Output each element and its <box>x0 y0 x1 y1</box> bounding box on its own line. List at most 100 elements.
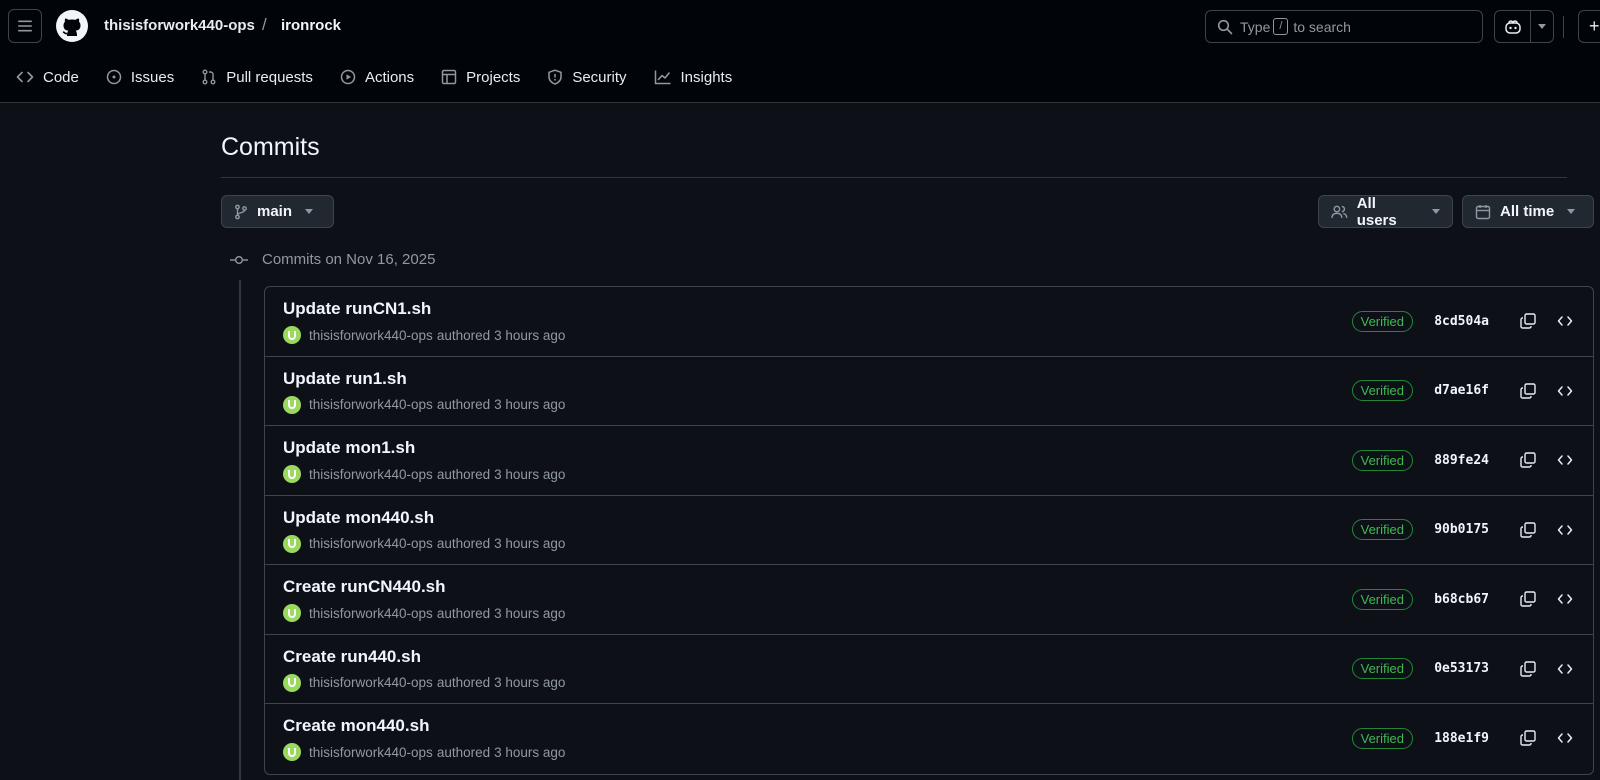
commit-sha-link[interactable]: d7ae16f <box>1429 383 1489 398</box>
browse-files-button[interactable] <box>1551 585 1579 613</box>
tab-actions-label: Actions <box>364 68 415 86</box>
commit-time-text: 3 hours ago <box>494 605 566 621</box>
tab-code[interactable]: Code <box>16 69 79 86</box>
browse-files-button[interactable] <box>1551 307 1579 335</box>
commit-message-link[interactable]: Create runCN440.sh <box>283 577 446 597</box>
browse-files-button[interactable] <box>1551 446 1579 474</box>
repo-owner-link[interactable]: thisisforwork440-ops <box>104 17 255 34</box>
tab-pull-requests[interactable]: Pull requests <box>201 69 313 86</box>
commit-actions: Verified 8cd504a <box>1351 307 1579 335</box>
verified-badge[interactable]: Verified <box>1351 310 1413 332</box>
avatar[interactable] <box>283 743 301 761</box>
commit-author-link[interactable]: thisisforwork440-ops <box>309 745 433 760</box>
avatar[interactable] <box>283 326 301 344</box>
tab-insights[interactable]: Insights <box>654 68 733 86</box>
copilot-dropdown-button[interactable] <box>1531 24 1553 29</box>
menu-button[interactable] <box>8 9 42 43</box>
commit-message-link[interactable]: Update mon440.sh <box>283 508 434 528</box>
verified-badge[interactable]: Verified <box>1351 658 1413 679</box>
commit-sha-link[interactable]: 90b0175 <box>1429 522 1489 537</box>
commit-message-link[interactable]: Update runCN1.sh <box>283 299 431 319</box>
commit-author-link[interactable]: thisisforwork440-ops <box>309 467 433 482</box>
commit-sha-link[interactable]: 188e1f9 <box>1429 731 1489 746</box>
commit-sha-link[interactable]: b68cb67 <box>1429 592 1489 607</box>
chevron-down-icon <box>1538 24 1546 29</box>
copy-sha-button[interactable] <box>1514 307 1542 335</box>
commit-group-date: Commits on Nov 16, 2025 <box>262 251 436 268</box>
tab-projects[interactable]: Projects <box>441 69 520 86</box>
tab-insights-label: Insights <box>680 68 733 86</box>
commit-time-text: 3 hours ago <box>494 397 566 412</box>
copy-sha-button[interactable] <box>1514 724 1542 752</box>
code-icon <box>1557 316 1573 326</box>
verified-badge[interactable]: Verified <box>1351 588 1413 610</box>
commit-action-text: authored <box>436 397 491 412</box>
plus-icon: + <box>1589 16 1600 36</box>
table-icon <box>441 69 457 85</box>
avatar[interactable] <box>283 673 301 692</box>
search-icon <box>1217 19 1233 34</box>
copy-icon <box>1520 660 1536 677</box>
commit-author-link[interactable]: thisisforwork440-ops <box>309 606 433 621</box>
branch-name: main <box>257 203 293 220</box>
git-commit-icon <box>230 255 248 264</box>
copy-icon <box>1520 313 1536 329</box>
commit-author-link[interactable]: thisisforwork440-ops <box>309 675 433 690</box>
copilot-button[interactable] <box>1494 10 1554 43</box>
verified-badge[interactable]: Verified <box>1351 519 1413 540</box>
copilot-icon <box>1504 19 1521 34</box>
copy-sha-button[interactable] <box>1514 655 1542 683</box>
commit-action-text: authored <box>436 466 491 482</box>
commit-meta: thisisforwork440-ops authored 3 hours ag… <box>283 604 565 622</box>
avatar[interactable] <box>283 534 301 553</box>
commit-author-link[interactable]: thisisforwork440-ops <box>309 328 433 343</box>
browse-files-button[interactable] <box>1551 724 1579 752</box>
avatar[interactable] <box>283 395 301 414</box>
chevron-down-icon <box>1432 209 1440 214</box>
tab-issues[interactable]: Issues <box>106 69 174 86</box>
avatar[interactable] <box>283 604 301 622</box>
tab-actions[interactable]: Actions <box>340 69 414 86</box>
create-new-button[interactable]: + <box>1578 10 1600 43</box>
verified-badge[interactable]: Verified <box>1351 449 1413 471</box>
commit-author-link[interactable]: thisisforwork440-ops <box>309 536 433 551</box>
copy-sha-button[interactable] <box>1514 516 1542 544</box>
browse-files-button[interactable] <box>1551 516 1579 544</box>
commit-message-link[interactable]: Create mon440.sh <box>283 716 429 736</box>
avatar[interactable] <box>283 465 301 483</box>
tab-security[interactable]: Security <box>547 69 627 86</box>
search-input[interactable]: Type / to search <box>1205 10 1483 43</box>
commit-sha-link[interactable]: 8cd504a <box>1429 314 1489 329</box>
commit-message-link[interactable]: Create run440.sh <box>283 647 421 667</box>
branch-icon <box>235 204 247 219</box>
commit-message-link[interactable]: Update run1.sh <box>283 369 407 389</box>
tab-pull-requests-label: Pull requests <box>226 68 313 86</box>
copy-sha-button[interactable] <box>1514 377 1542 405</box>
copy-sha-button[interactable] <box>1514 446 1542 474</box>
github-logo-icon[interactable] <box>56 10 88 42</box>
commit-row: Update run1.sh thisisforwork440-ops auth… <box>265 357 1593 426</box>
repo-nav: Code Issues Pull requests Actions Projec… <box>16 62 759 92</box>
copy-sha-button[interactable] <box>1514 585 1542 613</box>
time-filter-button[interactable]: All time <box>1462 195 1594 228</box>
commit-time-text: 3 hours ago <box>494 327 566 343</box>
browse-files-button[interactable] <box>1551 377 1579 405</box>
commit-actions: Verified 0e53173 <box>1351 655 1579 683</box>
commit-message-link[interactable]: Update mon1.sh <box>283 438 415 458</box>
tab-issues-label: Issues <box>130 68 175 86</box>
play-icon <box>340 69 356 85</box>
commit-row: Update mon1.sh thisisforwork440-ops auth… <box>265 426 1593 496</box>
branch-select-button[interactable]: main <box>221 195 334 228</box>
verified-badge[interactable]: Verified <box>1351 380 1413 401</box>
verified-badge[interactable]: Verified <box>1351 727 1413 749</box>
users-filter-button[interactable]: All users <box>1318 195 1453 229</box>
commit-author-link[interactable]: thisisforwork440-ops <box>309 397 433 412</box>
commit-sha-link[interactable]: 0e53173 <box>1429 661 1489 676</box>
hamburger-icon <box>18 20 32 32</box>
repo-name-link[interactable]: ironrock <box>281 17 341 34</box>
commit-sha-link[interactable]: 889fe24 <box>1429 453 1489 468</box>
commit-meta: thisisforwork440-ops authored 3 hours ag… <box>283 673 565 692</box>
copy-icon <box>1520 382 1536 399</box>
copilot-chat-button[interactable] <box>1495 11 1531 42</box>
browse-files-button[interactable] <box>1551 655 1579 683</box>
